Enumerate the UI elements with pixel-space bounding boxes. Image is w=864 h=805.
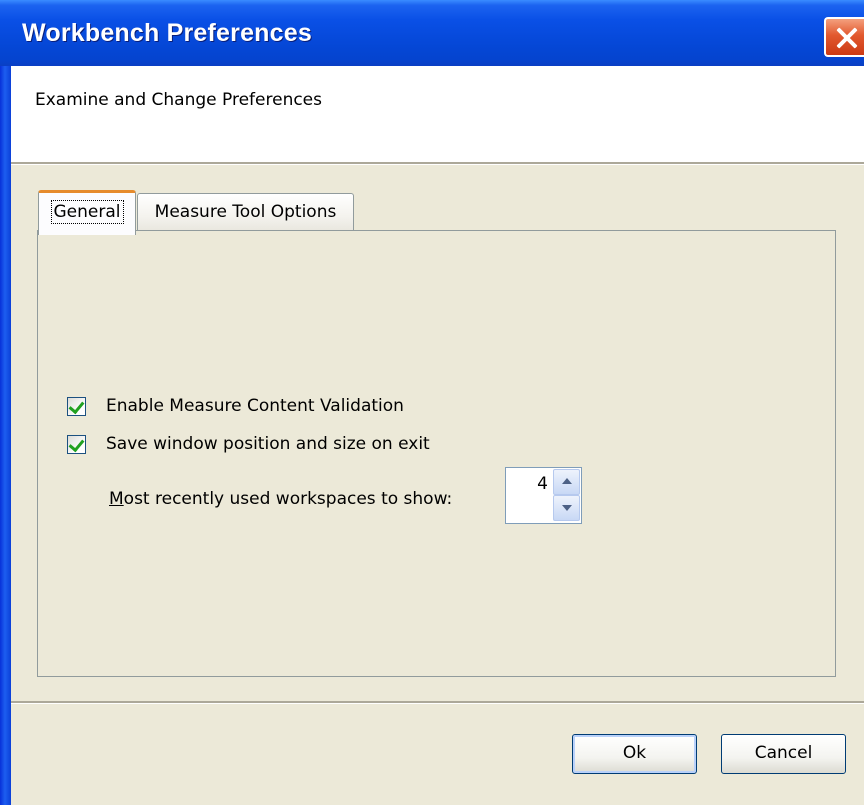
- tab-label: Measure Tool Options: [154, 202, 337, 222]
- ok-button[interactable]: Ok: [572, 734, 697, 774]
- header-separator: [11, 162, 864, 165]
- tab-measure-tool-options[interactable]: Measure Tool Options: [137, 193, 354, 231]
- checkmark-icon: [68, 397, 85, 415]
- mnemonic-letter: M: [109, 489, 124, 509]
- footer-separator: [11, 701, 864, 704]
- save-window-label: Save window position and size on exit: [106, 434, 430, 454]
- mru-label-text: ost recently used workspaces to show:: [123, 489, 453, 509]
- title-bar[interactable]: Workbench Preferences: [0, 0, 864, 66]
- header-banner: Examine and Change Preferences: [11, 66, 864, 162]
- mru-workspaces-label: Most recently used workspaces to show:: [109, 489, 452, 509]
- save-window-checkbox[interactable]: [67, 435, 86, 454]
- cancel-button[interactable]: Cancel: [721, 734, 846, 774]
- enable-validation-checkbox[interactable]: [67, 397, 86, 416]
- window-title: Workbench Preferences: [22, 19, 312, 47]
- tab-general[interactable]: General: [38, 190, 136, 235]
- tab-label: General: [50, 200, 124, 224]
- window-frame-left: [0, 0, 11, 805]
- spinner-down-icon[interactable]: [553, 495, 580, 521]
- checkmark-icon: [68, 435, 85, 453]
- spinner-value[interactable]: 4: [537, 474, 548, 494]
- spinner-up-icon[interactable]: [553, 469, 580, 495]
- enable-validation-label: Enable Measure Content Validation: [106, 396, 404, 416]
- close-icon[interactable]: [824, 17, 864, 57]
- header-description: Examine and Change Preferences: [35, 90, 322, 110]
- mru-workspaces-spinner[interactable]: 4: [505, 467, 582, 524]
